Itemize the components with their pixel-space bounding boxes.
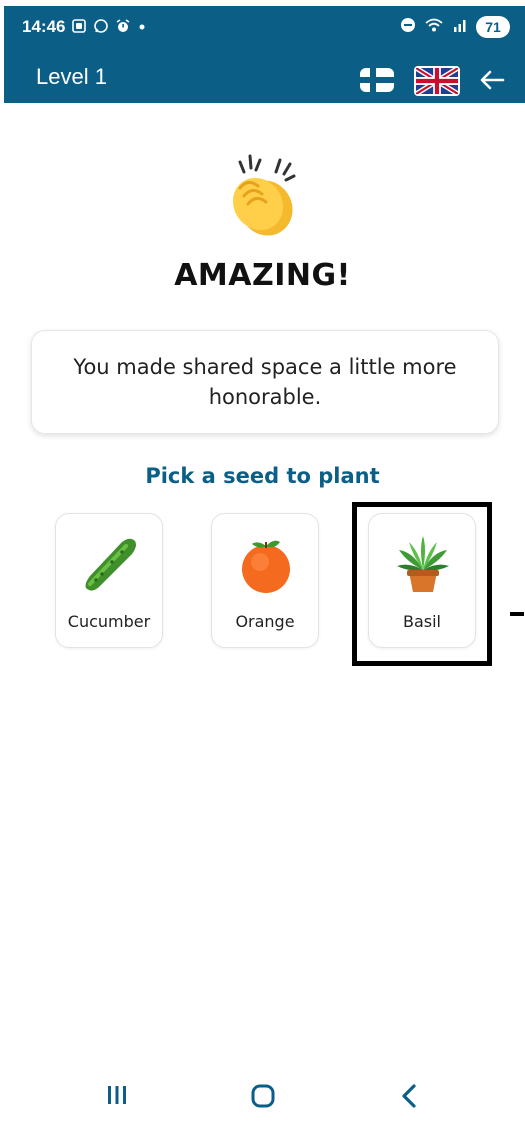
top-bar: 14:46 71 Level 1 bbox=[4, 6, 525, 103]
seed-card-basil[interactable]: Basil bbox=[368, 513, 476, 648]
signal-icon bbox=[452, 17, 468, 37]
app-bar: Level 1 bbox=[4, 54, 525, 103]
do-not-disturb-icon bbox=[400, 17, 416, 37]
potted-plant-icon bbox=[391, 532, 455, 596]
seed-card-cucumber[interactable]: Cucumber bbox=[55, 513, 163, 648]
page-title: Level 1 bbox=[36, 64, 107, 89]
home-icon[interactable] bbox=[250, 1083, 276, 1109]
orange-icon bbox=[234, 532, 298, 596]
cucumber-icon bbox=[78, 532, 142, 596]
finland-flag-icon[interactable] bbox=[360, 68, 394, 92]
alarm-icon bbox=[115, 18, 131, 36]
headline: AMAZING! bbox=[174, 258, 351, 293]
arrow-left-icon[interactable] bbox=[476, 66, 508, 94]
status-left: 14:46 bbox=[22, 17, 147, 37]
message-text: You made shared space a little more hono… bbox=[73, 355, 457, 409]
annotation-dash bbox=[510, 612, 524, 616]
notification-dot-icon bbox=[137, 20, 147, 34]
status-right: 71 bbox=[400, 16, 510, 38]
message-card: You made shared space a little more hono… bbox=[31, 330, 499, 434]
seed-label: Basil bbox=[402, 612, 441, 631]
status-bar: 14:46 71 bbox=[4, 6, 525, 54]
seed-card-orange[interactable]: Orange bbox=[211, 513, 319, 648]
battery-level: 71 bbox=[476, 16, 510, 38]
back-icon[interactable] bbox=[398, 1082, 420, 1110]
uk-flag-icon[interactable] bbox=[414, 66, 460, 96]
screenshot-icon bbox=[71, 18, 87, 36]
seed-prompt: Pick a seed to plant bbox=[145, 464, 380, 488]
clapping-hands-icon bbox=[218, 152, 308, 242]
seed-label: Orange bbox=[235, 612, 295, 631]
wifi-icon bbox=[424, 17, 444, 37]
whatsapp-icon bbox=[93, 18, 109, 36]
seed-label: Cucumber bbox=[67, 612, 151, 631]
status-time: 14:46 bbox=[22, 17, 66, 36]
recent-apps-icon[interactable] bbox=[106, 1084, 128, 1106]
navigation-bar bbox=[0, 1060, 525, 1126]
